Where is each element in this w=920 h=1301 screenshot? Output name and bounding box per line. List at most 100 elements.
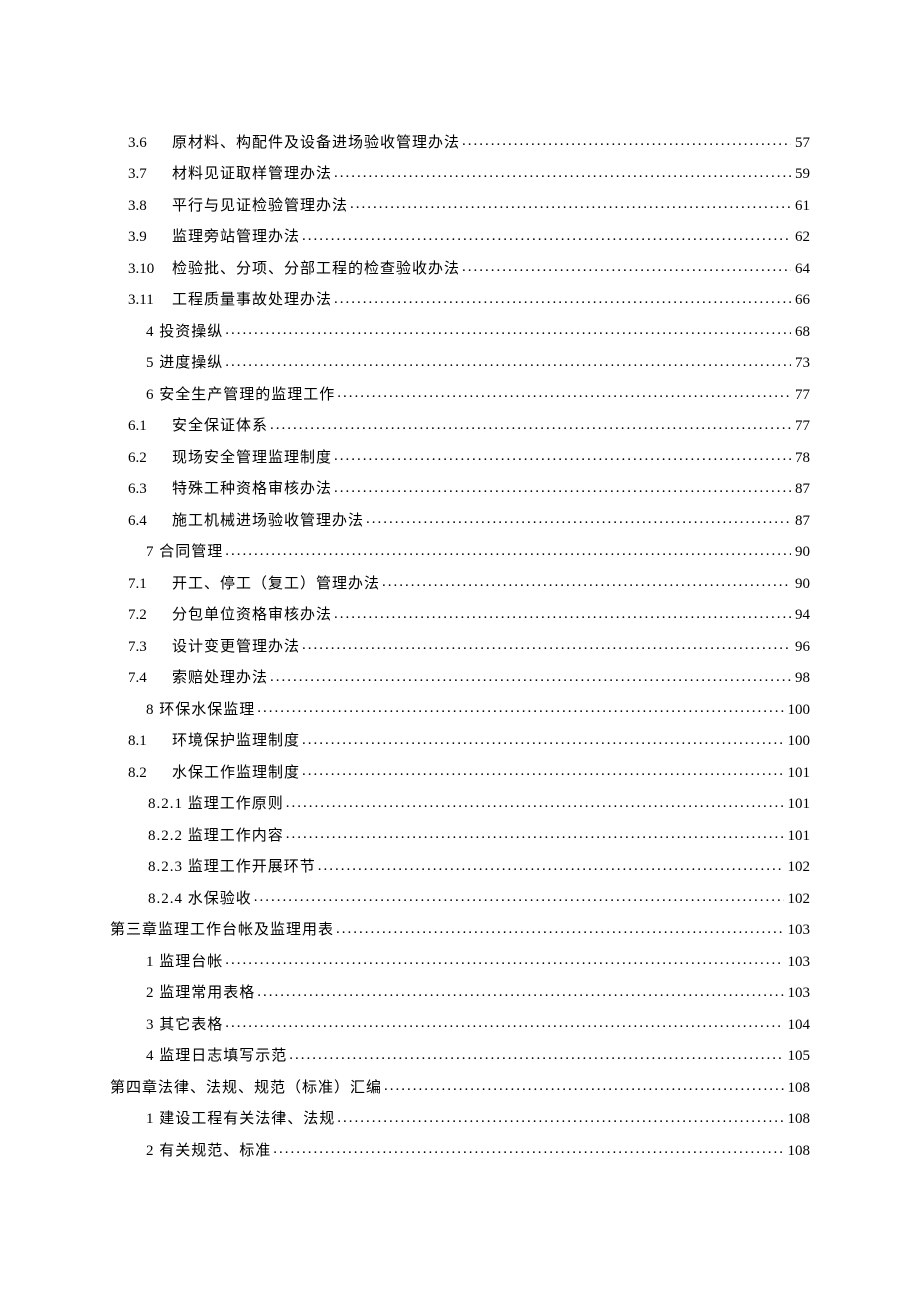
toc-entry: 6.2现场安全管理监理制度78 — [110, 445, 810, 469]
toc-entry-page: 103 — [784, 919, 811, 941]
toc-entry-title: 8.2.2 监理工作内容 — [148, 825, 286, 847]
toc-entry: 2 有关规范、标准108 — [110, 1138, 810, 1162]
toc-entry-title: 特殊工种资格审核办法 — [172, 478, 334, 500]
toc-entry-page: 90 — [791, 573, 810, 595]
toc-leader-dots — [336, 918, 783, 935]
toc-entry-title: 4 投资操纵 — [146, 321, 225, 343]
toc-entry-title: 索赔处理办法 — [172, 667, 270, 689]
toc-entry-page: 62 — [791, 226, 810, 248]
toc-entry: 6.4施工机械进场验收管理办法87 — [110, 508, 810, 532]
toc-entry: 第四章法律、法规、规范（标准）汇编108 — [110, 1075, 810, 1099]
toc-entry-page: 104 — [784, 1014, 811, 1036]
toc-leader-dots — [302, 634, 791, 651]
toc-leader-dots — [462, 130, 791, 147]
toc-entry-title: 水保工作监理制度 — [172, 762, 302, 784]
toc-entry: 3.10检验批、分项、分部工程的检查验收办法 64 — [110, 256, 810, 280]
toc-entry-page: 108 — [784, 1140, 811, 1162]
toc-entry-page: 94 — [791, 604, 810, 626]
toc-entry-number: 3.10 — [128, 258, 172, 280]
toc-entry: 3 其它表格104 — [110, 1012, 810, 1036]
toc-leader-dots — [350, 193, 791, 210]
toc-entry: 8.2水保工作监理制度 101 — [110, 760, 810, 784]
toc-leader-dots — [318, 855, 784, 872]
toc-entry-number: 3.7 — [128, 163, 172, 185]
toc-leader-dots — [225, 319, 791, 336]
toc-entry-title: 1 建设工程有关法律、法规 — [146, 1108, 337, 1130]
toc-entry: 3.9监理旁站管理办法 62 — [110, 225, 810, 249]
toc-entry-title: 2 监理常用表格 — [146, 982, 257, 1004]
toc-entry-title: 5 进度操纵 — [146, 352, 225, 374]
toc-leader-dots — [334, 603, 791, 620]
toc-leader-dots — [302, 729, 783, 746]
toc-entry-page: 66 — [791, 289, 810, 311]
toc-leader-dots — [270, 666, 791, 683]
toc-entry-page: 105 — [784, 1045, 811, 1067]
toc-leader-dots — [289, 1044, 783, 1061]
toc-leader-dots — [270, 414, 791, 431]
toc-entry-page: 77 — [791, 384, 810, 406]
toc-entry-page: 102 — [784, 888, 811, 910]
toc-entry-page: 87 — [791, 478, 810, 500]
toc-entry: 8 环保水保监理100 — [110, 697, 810, 721]
toc-leader-dots — [366, 508, 791, 525]
toc-leader-dots — [384, 1075, 783, 1092]
toc-entry: 7.4索赔处理办法98 — [110, 666, 810, 690]
toc-entry: 6.3特殊工种资格审核办法 87 — [110, 477, 810, 501]
toc-entry-number: 7.4 — [128, 667, 172, 689]
toc-entry: 4 投资操纵 68 — [110, 319, 810, 343]
toc-list: 3.6原材料、构配件及设备进场验收管理办法573.7材料见证取样管理办法593.… — [110, 130, 810, 1162]
toc-entry-page: 64 — [791, 258, 810, 280]
toc-leader-dots — [225, 540, 791, 557]
toc-entry: 4 监理日志填写示范105 — [110, 1044, 810, 1068]
toc-entry: 7.1开工、停工（复工）管理办法90 — [110, 571, 810, 595]
toc-leader-dots — [302, 225, 791, 242]
toc-entry-number: 3.11 — [128, 289, 172, 311]
toc-entry-page: 108 — [784, 1108, 811, 1130]
toc-entry-page: 59 — [791, 163, 810, 185]
toc-entry: 7 合同管理90 — [110, 540, 810, 564]
toc-entry-page: 73 — [791, 352, 810, 374]
toc-entry-page: 101 — [784, 762, 811, 784]
toc-entry-page: 101 — [784, 793, 811, 815]
toc-leader-dots — [273, 1138, 783, 1155]
toc-entry: 6.1安全保证体系77 — [110, 414, 810, 438]
toc-entry-page: 61 — [791, 195, 810, 217]
toc-leader-dots — [334, 445, 791, 462]
toc-entry: 8.2.3 监理工作开展环节 102 — [110, 855, 810, 879]
toc-entry-page: 96 — [791, 636, 810, 658]
toc-entry-page: 57 — [791, 132, 810, 154]
toc-entry: 7.3设计变更管理办法96 — [110, 634, 810, 658]
toc-entry-page: 87 — [791, 510, 810, 532]
toc-leader-dots — [257, 697, 783, 714]
toc-entry-title: 安全保证体系 — [172, 415, 270, 437]
toc-entry-page: 102 — [784, 856, 811, 878]
toc-entry: 5 进度操纵 73 — [110, 351, 810, 375]
toc-entry-title: 8.2.3 监理工作开展环节 — [148, 856, 318, 878]
toc-entry-number: 8.2 — [128, 762, 172, 784]
toc-entry: 3.11工程质量事故处理办法66 — [110, 288, 810, 312]
toc-entry-title: 第三章监理工作台帐及监理用表 — [110, 919, 336, 941]
toc-entry-page: 78 — [791, 447, 810, 469]
toc-leader-dots — [225, 351, 791, 368]
toc-entry-page: 90 — [791, 541, 810, 563]
toc-entry-number: 6.3 — [128, 478, 172, 500]
toc-leader-dots — [337, 382, 791, 399]
toc-entry: 8.1环境保护监理制度100 — [110, 729, 810, 753]
toc-entry-number: 8.1 — [128, 730, 172, 752]
toc-entry-page: 103 — [784, 982, 811, 1004]
toc-leader-dots — [302, 760, 783, 777]
toc-entry-page: 100 — [784, 699, 811, 721]
toc-entry-title: 分包单位资格审核办法 — [172, 604, 334, 626]
toc-entry-page: 103 — [784, 951, 811, 973]
toc-entry-page: 68 — [791, 321, 810, 343]
toc-page: 3.6原材料、构配件及设备进场验收管理办法573.7材料见证取样管理办法593.… — [0, 0, 920, 1301]
toc-entry-title: 8.2.1 监理工作原则 — [148, 793, 286, 815]
toc-leader-dots — [462, 256, 791, 273]
toc-entry-title: 检验批、分项、分部工程的检查验收办法 — [172, 258, 462, 280]
toc-entry: 3.6原材料、构配件及设备进场验收管理办法57 — [110, 130, 810, 154]
toc-entry-title: 监理旁站管理办法 — [172, 226, 302, 248]
toc-entry-title: 8.2.4 水保验收 — [148, 888, 254, 910]
toc-entry-page: 108 — [784, 1077, 811, 1099]
toc-entry: 8.2.4 水保验收 102 — [110, 886, 810, 910]
toc-entry-number: 3.9 — [128, 226, 172, 248]
